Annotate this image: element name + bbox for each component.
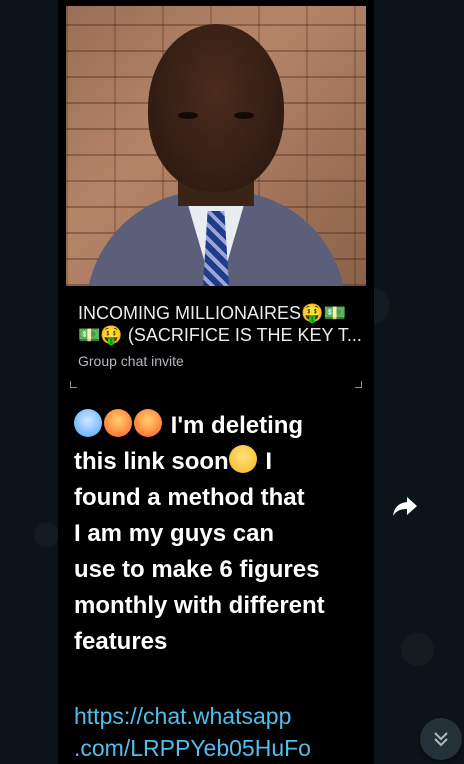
message-text: I'm deleting this link soon I found a me…	[74, 408, 364, 660]
invite-type-label: Group chat invite	[78, 353, 184, 369]
bubble-corner-left	[70, 381, 77, 388]
forward-arrow-icon	[393, 497, 417, 516]
double-chevron-down-icon	[434, 732, 448, 747]
invite-link-line1[interactable]: https://chat.whatsapp	[74, 703, 291, 729]
photo-eye-left	[178, 112, 198, 119]
hot-face-emoji-icon	[134, 409, 162, 437]
message-line2b: I	[258, 448, 273, 475]
group-title-line1: INCOMING MILLIONAIRES🤑💵	[78, 303, 346, 323]
message-line1: I'm deleting	[170, 412, 304, 439]
invite-link-line2[interactable]: .com/LRPPYeb05HuFo	[74, 735, 311, 761]
squinting-tongue-emoji-icon	[228, 445, 257, 473]
message-bubble[interactable]: INCOMING MILLIONAIRES🤑💵 💵🤑 (SACRIFICE IS…	[58, 0, 374, 764]
message-body: found a method that I am my guys can use…	[74, 484, 325, 655]
group-title: INCOMING MILLIONAIRES🤑💵 💵🤑 (SACRIFICE IS…	[78, 302, 362, 346]
hot-face-emoji-icon	[104, 409, 132, 437]
group-profile-photo[interactable]	[66, 6, 366, 286]
scroll-to-bottom-button[interactable]	[420, 718, 462, 760]
photo-eye-right	[234, 112, 254, 119]
invite-preview[interactable]: INCOMING MILLIONAIRES🤑💵 💵🤑 (SACRIFICE IS…	[66, 288, 366, 392]
message-line2a: this link soon	[74, 448, 229, 475]
photo-head	[148, 24, 284, 192]
invite-link[interactable]: https://chat.whatsapp .com/LRPPYeb05HuFo	[74, 700, 364, 764]
forward-button[interactable]	[388, 490, 422, 524]
cold-face-emoji-icon	[74, 409, 102, 437]
bubble-corner-right	[355, 381, 362, 388]
group-title-line2: 💵🤑 (SACRIFICE IS THE KEY T...	[78, 325, 362, 345]
